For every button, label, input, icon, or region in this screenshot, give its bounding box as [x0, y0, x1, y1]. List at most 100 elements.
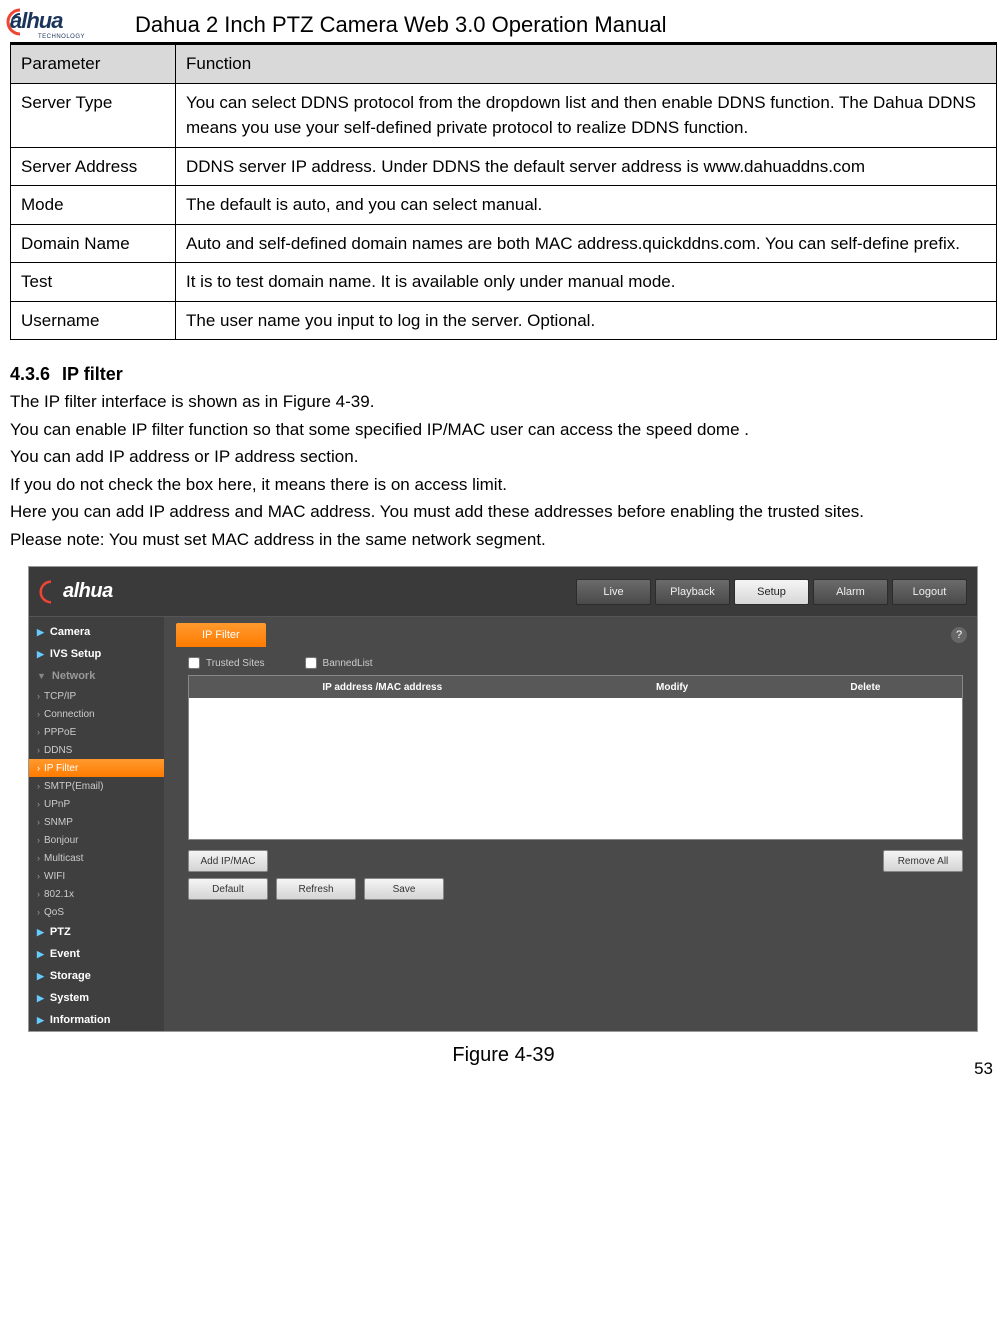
- th-delete: Delete: [769, 682, 962, 693]
- chevron-right-icon: ▶: [37, 1015, 44, 1026]
- refresh-button[interactable]: Refresh: [276, 878, 356, 900]
- check-banned-list[interactable]: BannedList: [305, 657, 373, 669]
- chevron-icon: ›: [37, 799, 40, 809]
- sidebar-sub-label: IP Filter: [44, 763, 78, 774]
- func-cell: It is to test domain name. It is availab…: [176, 263, 997, 302]
- sidebar-sub-label: SMTP(Email): [44, 781, 103, 792]
- sidebar-item-label: Information: [50, 1014, 111, 1026]
- table-row: Server TypeYou can select DDNS protocol …: [11, 83, 997, 147]
- default-button[interactable]: Default: [188, 878, 268, 900]
- subtab-ip-filter[interactable]: IP Filter: [176, 623, 266, 647]
- func-cell: DDNS server IP address. Under DDNS the d…: [176, 147, 997, 186]
- sidebar-item-information[interactable]: ▶ Information: [29, 1009, 164, 1031]
- ss-logo-text: alhua: [63, 580, 113, 603]
- sidebar-sub-upnp[interactable]: › UPnP: [29, 795, 164, 813]
- chevron-icon: ›: [37, 889, 40, 899]
- body-paragraph: Here you can add IP address and MAC addr…: [10, 499, 997, 525]
- sidebar-sub-ddns[interactable]: › DDNS: [29, 741, 164, 759]
- chevron-down-icon: ▼: [37, 671, 46, 681]
- func-cell: The default is auto, and you can select …: [176, 186, 997, 225]
- sidebar-sub-pppoe[interactable]: ›PPPoE: [29, 723, 164, 741]
- sidebar-sub-label: DDNS: [44, 745, 72, 756]
- table-row: Server AddressDDNS server IP address. Un…: [11, 147, 997, 186]
- save-button[interactable]: Save: [364, 878, 444, 900]
- remove-all-button[interactable]: Remove All: [883, 850, 963, 872]
- sidebar-item-label: Event: [50, 948, 80, 960]
- body-paragraph: You can enable IP filter function so tha…: [10, 417, 997, 443]
- sidebar-item-label: IVS Setup: [50, 648, 101, 660]
- sidebar-sub-label: QoS: [44, 907, 64, 918]
- checkbox-trusted[interactable]: [188, 657, 200, 669]
- chevron-icon: ›: [37, 763, 40, 773]
- sidebar-item-storage[interactable]: ▶Storage: [29, 965, 164, 987]
- body-paragraph: If you do not check the box here, it mea…: [10, 472, 997, 498]
- tab-setup[interactable]: Setup: [734, 579, 809, 605]
- sidebar-item-label: Storage: [50, 970, 91, 982]
- sidebar-item-label: Camera: [50, 626, 90, 638]
- section-heading: 4.3.6IP filter: [10, 364, 997, 385]
- sidebar-sub-label: Bonjour: [44, 835, 78, 846]
- checkbox-banned[interactable]: [305, 657, 317, 669]
- chevron-right-icon: ▶: [37, 927, 44, 938]
- sidebar-sub-8021x[interactable]: › 802.1x: [29, 885, 164, 903]
- param-cell: Username: [11, 301, 176, 340]
- sidebar-sub-wifi[interactable]: ›WIFI: [29, 867, 164, 885]
- ss-main-panel: ? IP Filter Trusted Sites BannedList IP …: [164, 617, 977, 1031]
- func-cell: The user name you input to log in the se…: [176, 301, 997, 340]
- table-row: UsernameThe user name you input to log i…: [11, 301, 997, 340]
- document-title: Dahua 2 Inch PTZ Camera Web 3.0 Operatio…: [135, 12, 667, 38]
- sidebar-sub-bonjour[interactable]: ›Bonjour: [29, 831, 164, 849]
- tab-logout[interactable]: Logout: [892, 579, 967, 605]
- check-trusted-sites[interactable]: Trusted Sites: [188, 657, 265, 669]
- ss-logo-swoosh-icon: [39, 580, 63, 604]
- sidebar-item-camera[interactable]: ▶ Camera: [29, 621, 164, 643]
- sidebar-item-ivs-setup[interactable]: ▶IVS Setup: [29, 643, 164, 665]
- sidebar-sub-ip-filter[interactable]: › IP Filter: [29, 759, 164, 777]
- sidebar-item-label: Network: [52, 670, 95, 682]
- param-cell: Server Address: [11, 147, 176, 186]
- th-parameter: Parameter: [11, 45, 176, 84]
- chevron-right-icon: ▶: [37, 993, 44, 1004]
- sidebar-sub-label: WIFI: [44, 871, 65, 882]
- ip-filter-screenshot: alhua Live Playback Setup Alarm Logout ▶…: [28, 566, 978, 1032]
- body-paragraph: The IP filter interface is shown as in F…: [10, 389, 997, 415]
- ss-body: ▶Camera ▶IVS Setup ▼Network ›TCP/IP ›Con…: [29, 617, 977, 1031]
- logo-swoosh-icon: [6, 8, 34, 36]
- page-number: 53: [974, 1059, 993, 1079]
- sidebar-item-network[interactable]: ▼ Network: [29, 665, 164, 687]
- figure-caption: Figure 4-39: [10, 1044, 997, 1067]
- tab-live[interactable]: Live: [576, 579, 651, 605]
- param-cell: Mode: [11, 186, 176, 225]
- check-label: BannedList: [323, 658, 373, 669]
- ip-mac-table: IP address /MAC address Modify Delete: [188, 675, 963, 840]
- sidebar-sub-tcpip[interactable]: ›TCP/IP: [29, 687, 164, 705]
- chevron-icon: ›: [37, 727, 40, 737]
- sidebar-sub-connection[interactable]: ›Connection: [29, 705, 164, 723]
- sidebar-sub-smtp[interactable]: ›SMTP(Email): [29, 777, 164, 795]
- table-header-row: IP address /MAC address Modify Delete: [189, 676, 962, 698]
- sidebar-sub-snmp[interactable]: ›SNMP: [29, 813, 164, 831]
- tab-alarm[interactable]: Alarm: [813, 579, 888, 605]
- sidebar-sub-label: UPnP: [44, 799, 70, 810]
- sidebar-sub-multicast[interactable]: ›Multicast: [29, 849, 164, 867]
- chevron-icon: ›: [37, 853, 40, 863]
- table-body-empty: [189, 698, 962, 839]
- sidebar-item-event[interactable]: ▶ Event: [29, 943, 164, 965]
- chevron-icon: ›: [37, 745, 40, 755]
- th-ip-mac: IP address /MAC address: [189, 682, 576, 693]
- sidebar-sub-label: TCP/IP: [44, 691, 76, 702]
- sidebar-item-ptz[interactable]: ▶PTZ: [29, 921, 164, 943]
- button-row-1: Add IP/MAC Remove All: [188, 850, 963, 872]
- body-paragraph: You can add IP address or IP address sec…: [10, 444, 997, 470]
- sidebar-item-system[interactable]: ▶System: [29, 987, 164, 1009]
- chevron-icon: ›: [37, 709, 40, 719]
- add-ip-mac-button[interactable]: Add IP/MAC: [188, 850, 268, 872]
- sidebar-sub-label: 802.1x: [44, 889, 74, 900]
- tab-playback[interactable]: Playback: [655, 579, 730, 605]
- sidebar-sub-qos[interactable]: ›QoS: [29, 903, 164, 921]
- help-icon[interactable]: ?: [951, 627, 967, 643]
- section-number: 4.3.6: [10, 364, 50, 385]
- chevron-right-icon: ▶: [37, 627, 44, 638]
- chevron-right-icon: ▶: [37, 949, 44, 960]
- th-modify: Modify: [576, 682, 769, 693]
